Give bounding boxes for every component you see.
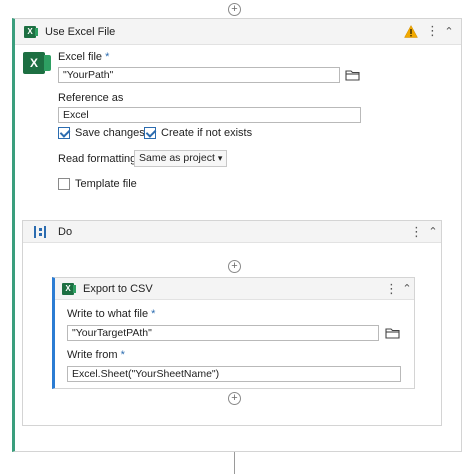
- save-changes-checkbox[interactable]: [58, 127, 70, 139]
- create-if-not-exists-label: Create if not exists: [161, 127, 253, 139]
- do-collapse-icon[interactable]: ⌃: [427, 226, 439, 238]
- browse-folder-icon[interactable]: [343, 67, 363, 83]
- excel-export-icon: X: [62, 283, 76, 295]
- excel-file-label: Excel file *: [58, 51, 110, 63]
- template-file-checkbox[interactable]: [58, 178, 70, 190]
- sequence-icon: [34, 226, 46, 238]
- write-from-label: Write from *: [67, 349, 125, 361]
- read-formatting-dropdown[interactable]: Same as project ▾: [134, 150, 228, 167]
- export-to-csv-header: X Export to CSV ⋮ ⌃: [55, 278, 414, 300]
- excel-file-input[interactable]: "YourPath": [58, 67, 340, 83]
- flow-connector: [234, 452, 235, 474]
- more-options-icon[interactable]: ⋮: [426, 24, 439, 38]
- template-file-label: Template file: [75, 178, 137, 190]
- do-more-options-icon[interactable]: ⋮: [410, 225, 423, 239]
- read-formatting-value: Same as project: [139, 152, 215, 164]
- export-collapse-icon[interactable]: ⌃: [401, 283, 413, 295]
- add-activity-inner-bottom-icon[interactable]: +: [228, 392, 241, 405]
- use-excel-file-title: Use Excel File: [45, 26, 116, 38]
- save-changes-label: Save changes: [75, 127, 145, 139]
- excel-large-icon: X: [23, 52, 51, 74]
- collapse-icon[interactable]: ⌃: [443, 26, 455, 38]
- write-from-input[interactable]: Excel.Sheet("YourSheetName"): [67, 366, 401, 382]
- export-to-csv-title: Export to CSV: [83, 283, 153, 295]
- export-browse-folder-icon[interactable]: [383, 325, 403, 341]
- reference-as-label: Reference as: [58, 92, 124, 104]
- create-if-not-exists-checkbox[interactable]: [144, 127, 156, 139]
- do-header: Do ⋮ ⌃: [23, 221, 441, 243]
- add-activity-top-icon[interactable]: +: [228, 3, 241, 16]
- add-activity-inner-top-icon[interactable]: +: [228, 260, 241, 273]
- do-title: Do: [58, 226, 73, 238]
- use-excel-file-header: X Use Excel File ⋮ ⌃: [15, 19, 461, 45]
- warning-icon[interactable]: [404, 25, 418, 38]
- write-to-label: Write to what file *: [67, 308, 156, 320]
- chevron-down-icon: ▾: [217, 153, 223, 163]
- excel-icon: X: [24, 26, 38, 38]
- write-to-input[interactable]: "YourTargetPAth": [67, 325, 379, 341]
- read-formatting-label: Read formatting: [58, 153, 137, 165]
- reference-as-input[interactable]: Excel: [58, 107, 361, 123]
- export-more-options-icon[interactable]: ⋮: [385, 282, 398, 296]
